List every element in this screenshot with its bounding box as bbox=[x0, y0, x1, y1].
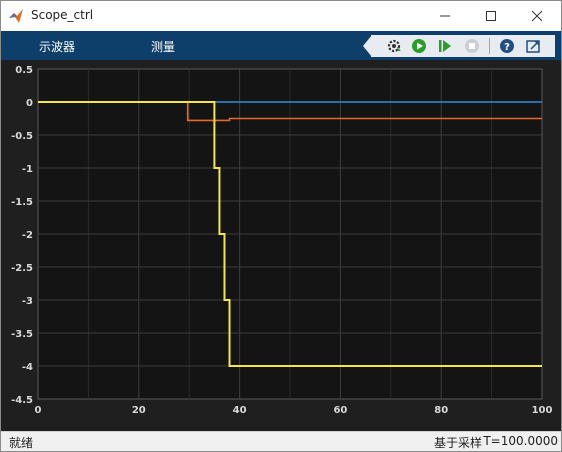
x-tick-label: 60 bbox=[333, 405, 347, 416]
window-title: Scope_ctrl bbox=[31, 8, 94, 22]
y-tick-label: -1.5 bbox=[11, 197, 33, 208]
scope-window: Scope_ctrl 示波器 测量 ? 0 20 40 60 80 100 0.… bbox=[0, 0, 562, 452]
minimize-button[interactable] bbox=[422, 1, 468, 31]
help-button[interactable]: ? bbox=[496, 35, 518, 57]
title-bar: Scope_ctrl bbox=[1, 1, 561, 31]
maximize-button[interactable] bbox=[468, 1, 514, 31]
x-tick-label: 80 bbox=[434, 405, 448, 416]
close-button[interactable] bbox=[514, 1, 560, 31]
toolstrip: 示波器 测量 ? bbox=[1, 31, 561, 60]
step-forward-icon bbox=[439, 40, 451, 52]
y-tick-label: -3 bbox=[22, 296, 33, 307]
y-tick-label: -2 bbox=[22, 230, 33, 241]
stop-button[interactable] bbox=[461, 35, 483, 57]
y-tick-label: -0.5 bbox=[11, 131, 33, 142]
x-tick-label: 100 bbox=[532, 405, 553, 416]
y-tick-label: -3.5 bbox=[11, 329, 33, 340]
y-tick-label: 0.5 bbox=[15, 65, 33, 76]
x-tick-label: 20 bbox=[132, 405, 146, 416]
y-tick-label: -2.5 bbox=[11, 263, 33, 274]
status-ready: 就绪 bbox=[9, 436, 34, 450]
x-tick-label: 0 bbox=[35, 405, 42, 416]
help-icon: ? bbox=[500, 39, 514, 53]
toolbar-separator bbox=[489, 38, 490, 54]
y-tick-label: 0 bbox=[26, 98, 33, 109]
run-button[interactable] bbox=[408, 35, 430, 57]
y-tick-label: -1 bbox=[22, 164, 33, 175]
y-tick-label: -4 bbox=[22, 362, 33, 373]
close-icon bbox=[531, 10, 543, 22]
svg-text:?: ? bbox=[504, 42, 510, 53]
x-tick-label: 40 bbox=[233, 405, 247, 416]
undock-button[interactable] bbox=[522, 35, 544, 57]
matlab-logo-icon bbox=[9, 9, 23, 23]
y-tick-label: -4.5 bbox=[11, 395, 33, 406]
simulation-toolbar: ? bbox=[371, 35, 555, 57]
maximize-icon bbox=[486, 11, 496, 21]
settings-icon bbox=[387, 39, 401, 53]
settings-button[interactable] bbox=[383, 35, 405, 57]
undock-icon bbox=[526, 40, 540, 53]
tab-scope[interactable]: 示波器 bbox=[39, 38, 75, 55]
minimize-icon bbox=[440, 15, 450, 17]
tab-measurements[interactable]: 测量 bbox=[151, 38, 175, 55]
run-icon bbox=[412, 39, 426, 53]
status-sim-time: T=100.0000 bbox=[483, 434, 558, 448]
status-bar: 就绪 基于采样 T=100.0000 bbox=[1, 431, 561, 451]
scope-plot[interactable]: 0 20 40 60 80 100 0.5 0 -0.5 -1 -1.5 -2 -2.5 -3 -3.5 -4… bbox=[1, 60, 561, 431]
stop-icon bbox=[465, 39, 479, 53]
status-sample-mode: 基于采样 bbox=[434, 436, 483, 450]
step-forward-button[interactable] bbox=[434, 35, 456, 57]
